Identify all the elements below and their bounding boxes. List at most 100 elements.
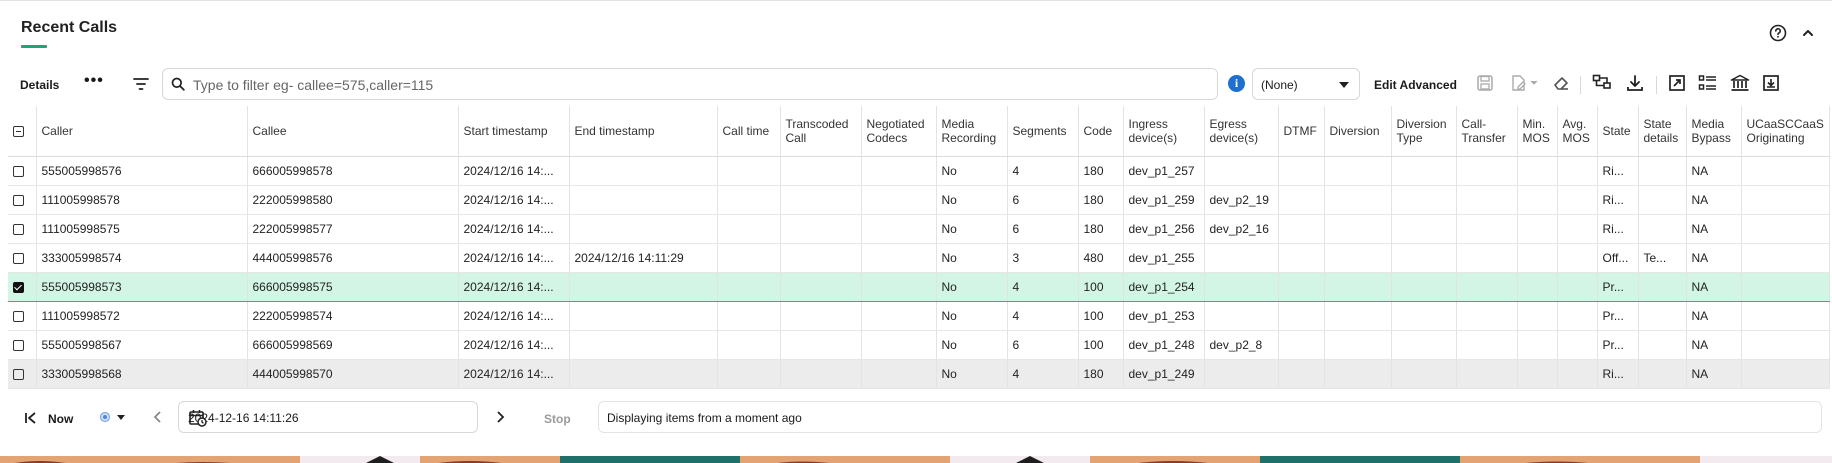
table-cell: No	[936, 330, 1008, 360]
table-cell	[1517, 359, 1558, 389]
column-header[interactable]: Call time	[717, 106, 781, 157]
open-external-icon[interactable]	[1668, 74, 1686, 97]
table-cell	[780, 185, 862, 215]
column-header[interactable]: State	[1597, 106, 1639, 157]
column-header[interactable]: Call-Transfer	[1456, 106, 1518, 157]
column-header[interactable]: Transcoded Call	[780, 106, 862, 157]
table-cell: 666005998575	[247, 272, 459, 302]
table-cell: Pr...	[1597, 272, 1639, 302]
skip-to-now-icon[interactable]	[24, 411, 38, 430]
info-icon[interactable]: i	[1228, 75, 1245, 92]
row-checkbox[interactable]	[13, 166, 24, 178]
column-header[interactable]: Ingress device(s)	[1123, 106, 1205, 157]
row-checkbox[interactable]	[13, 195, 24, 207]
select-all-checkbox[interactable]	[13, 126, 24, 138]
datetime-field[interactable]: 2024-12-16 14:11:26	[178, 401, 478, 433]
row-select-cell[interactable]	[8, 156, 37, 186]
column-header[interactable]: Caller	[36, 106, 248, 157]
row-select-cell[interactable]	[8, 359, 37, 389]
previous-arrow-icon[interactable]	[152, 410, 164, 429]
column-header[interactable]: Diversion	[1324, 106, 1392, 157]
column-header[interactable]: UCaaSCCaaS Originating	[1741, 106, 1830, 157]
row-checkbox[interactable]	[13, 224, 24, 236]
column-header[interactable]: End timestamp	[569, 106, 718, 157]
now-button[interactable]: Now	[48, 412, 73, 426]
row-select-cell[interactable]	[8, 272, 37, 302]
table-row[interactable]: 555005998567 666005998569 2024/12/16 14:..…	[8, 330, 1830, 360]
table-cell	[1557, 301, 1598, 331]
table-cell	[569, 156, 718, 186]
eraser-icon[interactable]	[1552, 74, 1570, 97]
table-cell: 555005998567	[36, 330, 248, 360]
column-header[interactable]: Media Recording	[936, 106, 1008, 157]
table-row[interactable]: 111005998578 222005998580 2024/12/16 14:..…	[8, 185, 1830, 215]
bank-icon[interactable]	[1730, 74, 1750, 97]
column-header[interactable]: State details	[1638, 106, 1687, 157]
row-select-cell[interactable]	[8, 214, 37, 244]
table-cell: dev_p1_257	[1123, 156, 1205, 186]
table-cell	[1517, 301, 1558, 331]
details-button[interactable]: Details	[20, 78, 59, 92]
more-options-button[interactable]: •••	[84, 72, 104, 90]
column-header[interactable]: DTMF	[1278, 106, 1325, 157]
table-cell: No	[936, 301, 1008, 331]
table-cell: 2024/12/16 14:...	[458, 185, 570, 215]
column-header[interactable]: Code	[1078, 106, 1124, 157]
column-header[interactable]: Min. MOS	[1517, 106, 1558, 157]
tree-split-icon[interactable]	[1592, 74, 1612, 97]
chevron-up-icon[interactable]	[1798, 23, 1818, 43]
table-cell	[717, 301, 781, 331]
table-row[interactable]: 333005998574 444005998576 2024/12/16 14:..…	[8, 243, 1830, 273]
table-cell: 180	[1078, 214, 1124, 244]
table-row[interactable]: 333005998568 444005998570 2024/12/16 14:..…	[8, 359, 1830, 389]
save-icon[interactable]	[1476, 74, 1494, 97]
next-arrow-icon[interactable]	[494, 410, 506, 429]
table-cell: 100	[1078, 330, 1124, 360]
column-header[interactable]: Segments	[1007, 106, 1079, 157]
row-select-cell[interactable]	[8, 185, 37, 215]
select-all-cell[interactable]	[8, 106, 37, 157]
table-row[interactable]: 111005998572 222005998574 2024/12/16 14:..…	[8, 301, 1830, 331]
table-row[interactable]: 555005998573 666005998575 2024/12/16 14:..…	[8, 272, 1830, 302]
table-cell	[1391, 214, 1457, 244]
table-row[interactable]: 111005998575 222005998577 2024/12/16 14:..…	[8, 214, 1830, 244]
row-checkbox[interactable]	[13, 369, 24, 381]
column-header[interactable]: Callee	[247, 106, 459, 157]
download-icon[interactable]	[1626, 74, 1644, 97]
search-box[interactable]	[162, 68, 1218, 100]
edit-file-icon[interactable]	[1510, 74, 1540, 97]
table-cell: Ri...	[1597, 185, 1639, 215]
row-select-cell[interactable]	[8, 301, 37, 331]
live-mode-dropdown[interactable]	[98, 410, 128, 429]
row-checkbox[interactable]	[13, 253, 24, 265]
column-header[interactable]: Media Bypass	[1686, 106, 1742, 157]
filter-icon[interactable]	[133, 77, 149, 96]
table-row[interactable]: 555005998576 666005998578 2024/12/16 14:..…	[8, 156, 1830, 186]
pagination-footer: Now 2024-12-16 14:11:26 Stop Displaying …	[0, 399, 1832, 439]
column-header[interactable]: Start timestamp	[458, 106, 570, 157]
column-header[interactable]: Egress device(s)	[1204, 106, 1279, 157]
column-header[interactable]: Diversion Type	[1391, 106, 1457, 157]
calendar-clock-icon[interactable]	[188, 408, 469, 431]
help-circle-icon[interactable]	[1768, 23, 1788, 43]
table-cell: 222005998580	[247, 185, 459, 215]
row-checkbox[interactable]	[13, 311, 24, 323]
row-checkbox[interactable]	[13, 282, 24, 294]
column-header[interactable]: Negotiated Codecs	[861, 106, 937, 157]
table-cell	[780, 214, 862, 244]
edit-advanced-button[interactable]: Edit Advanced	[1374, 78, 1457, 92]
row-select-cell[interactable]	[8, 330, 37, 360]
column-header[interactable]: Avg. MOS	[1557, 106, 1598, 157]
table-cell	[1638, 359, 1687, 389]
table-cell: 100	[1078, 272, 1124, 302]
stop-button[interactable]: Stop	[544, 412, 571, 426]
row-select-cell[interactable]	[8, 243, 37, 273]
table-cell: No	[936, 156, 1008, 186]
view-select[interactable]: (None)	[1252, 68, 1360, 100]
row-checkbox[interactable]	[13, 340, 24, 352]
list-detail-icon[interactable]	[1698, 74, 1718, 97]
export-window-icon[interactable]	[1762, 74, 1780, 97]
table-cell: NA	[1686, 243, 1742, 273]
table-cell	[1324, 272, 1392, 302]
search-input[interactable]	[191, 74, 1205, 96]
